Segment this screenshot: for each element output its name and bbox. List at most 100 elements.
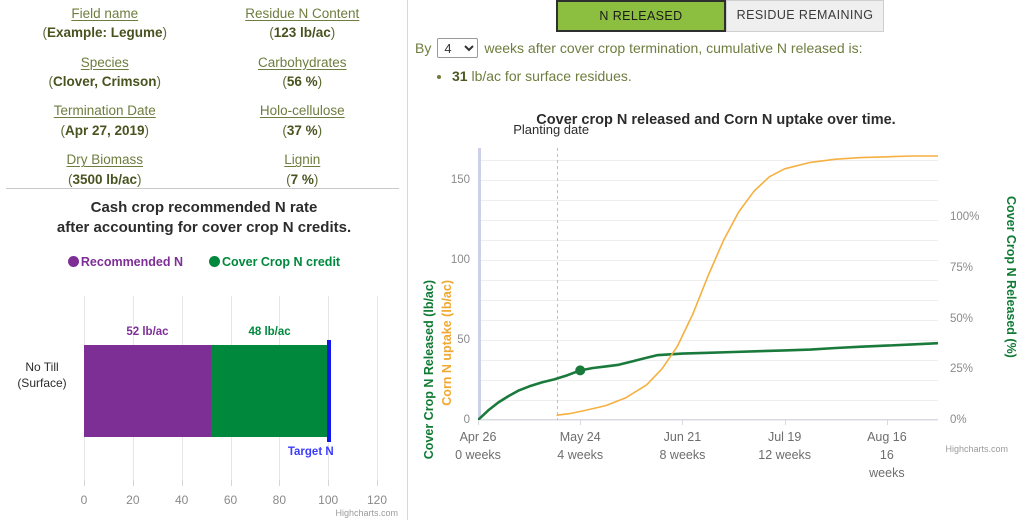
x-tick-mark — [132, 480, 134, 486]
bar-chart-credits[interactable]: Highcharts.com — [335, 508, 398, 518]
weeks-select[interactable]: 0246810121416 — [437, 38, 479, 58]
x-tick-label: 60 — [223, 493, 238, 507]
tab-bar: N RELEASED RESIDUE REMAINING — [556, 0, 884, 32]
x-tick-mark — [682, 420, 684, 425]
summary-value-species-text: Clover, Crimson — [52, 74, 157, 90]
x-tick-mark — [784, 420, 786, 425]
results-list: 31 lb/ac for surface residues. — [430, 68, 632, 84]
summary-value-field-name: (Example: Legume) — [42, 25, 168, 41]
x-tick-mark — [580, 420, 582, 425]
x-tick-label: May 24 4 weeks — [557, 428, 603, 464]
x-tick-date: May 24 — [559, 430, 601, 444]
series-marker-point[interactable] — [575, 365, 586, 376]
x-tick-mark — [328, 480, 330, 486]
summary-value-carbohydrates: (56 %) — [282, 74, 323, 90]
y-tick-label-left: 150 — [450, 174, 470, 186]
summary-value-residue-n-content: (123 lb/ac) — [269, 25, 336, 41]
y-tick-label-left: 100 — [450, 254, 470, 266]
summary-item-holo-cellulose: Holo-cellulose (37 %) — [204, 101, 402, 139]
legend-dot-icon — [209, 256, 220, 267]
summary-column-right: Residue N Content (123 lb/ac) Carbohydra… — [204, 4, 402, 199]
x-tick-label: 100 — [318, 493, 339, 507]
line-series-svg — [478, 155, 938, 420]
bar-x-axis: 0 20 40 60 80 100 120 — [80, 480, 387, 510]
summary-value-species: (Clover, Crimson) — [48, 74, 162, 90]
tab-n-released[interactable]: N RELEASED — [556, 0, 726, 32]
x-tick-mark — [886, 420, 888, 425]
summary-value-field-name-text: Example: Legume — [46, 25, 163, 41]
summary-item-dry-biomass: Dry Biomass (3500 lb/ac) — [6, 150, 204, 188]
bar-chart-plot: No Till (Surface) 52 lb/ac 48 lb/ac Target… — [0, 288, 408, 520]
summary-item-species: Species (Clover, Crimson) — [6, 53, 204, 91]
summary-value-residue-n-content-text: 123 lb/ac — [273, 25, 331, 41]
x-tick-date: Apr 26 — [459, 430, 497, 444]
summary-value-dry-biomass: (3500 lb/ac) — [67, 171, 142, 187]
x-tick-label: 0 — [80, 493, 88, 507]
line-plot-area: 0 50 100 150 0% 25% 50% 75% 100% Planting date Apr… — [451, 122, 980, 480]
y-tick-label-left: 0 — [463, 414, 470, 426]
x-tick-mark — [230, 480, 232, 486]
summary-item-lignin: Lignin (7 %) — [204, 150, 402, 188]
x-tick-label: Aug 16 16 weeks — [861, 428, 912, 482]
x-tick-date: Jul 19 — [767, 430, 802, 444]
y-tick-label-right: 75% — [950, 261, 974, 274]
x-tick-weeks: 16 weeks — [869, 448, 905, 481]
sentence-suffix: weeks after cover crop termination, cumu… — [484, 40, 863, 56]
list-item: 31 lb/ac for surface residues. — [452, 68, 632, 84]
bullet-value: 31 — [452, 68, 468, 84]
x-tick-weeks: 8 weeks — [659, 448, 706, 463]
summary-value-termination-date-text: Apr 27, 2019 — [64, 122, 145, 138]
y-tick-label-right: 25% — [950, 363, 974, 376]
bar-segment-cover-crop-n-credit[interactable] — [210, 345, 329, 437]
grid-line — [377, 296, 378, 486]
bar-chart: Cash crop recommended N rate after accou… — [0, 192, 408, 520]
bar-category-label: No Till (Surface) — [4, 360, 80, 391]
summary-item-termination-date: Termination Date (Apr 27, 2019) — [6, 101, 204, 139]
summary-label-carbohydrates: Carbohydrates — [257, 54, 347, 70]
summary-label-lignin: Lignin — [284, 152, 321, 168]
line-chart: Cover crop N released and Corn N uptake … — [408, 100, 1024, 500]
y-axis-title-cover-crop-n-released: Cover Crop N Released (lb/ac) — [422, 280, 436, 460]
x-tick-mark — [478, 420, 479, 425]
x-tick-label: 20 — [126, 493, 140, 507]
target-n-label: Target N — [287, 446, 334, 458]
series-line[interactable] — [556, 155, 938, 416]
bar-segment-recommended-n[interactable] — [84, 345, 211, 437]
x-tick-weeks: 0 weeks — [455, 448, 501, 463]
summary-value-holo-cellulose: (37 %) — [282, 122, 323, 138]
x-tick-weeks: 4 weeks — [557, 448, 604, 463]
results-bullets: 31 lb/ac for surface residues. — [430, 68, 632, 84]
line-chart-title: Cover crop N released and Corn N uptake … — [536, 112, 896, 128]
x-tick-label: 120 — [366, 493, 388, 507]
legend-item-cover-crop-n-credit[interactable]: Cover Crop N credit — [209, 255, 340, 269]
x-tick-label: 80 — [272, 493, 287, 507]
x-tick-mark — [181, 480, 183, 486]
bar-chart-legend: Recommended N Cover Crop N credit — [0, 255, 408, 269]
summary-label-species: Species — [80, 54, 129, 70]
x-tick-date: Aug 16 — [867, 430, 907, 444]
summary-label-termination-date: Termination Date — [53, 103, 156, 119]
grid-line — [478, 420, 938, 421]
y-tick-label-right: 100% — [950, 211, 980, 223]
bullet-text: lb/ac for surface residues. — [467, 68, 632, 84]
y-tick-label-right: 0% — [950, 414, 967, 426]
left-panel: Field name (Example: Legume) Species (Cl… — [0, 0, 408, 520]
summary-item-field-name: Field name (Example: Legume) — [6, 4, 204, 42]
summary-label-holo-cellulose: Holo-cellulose — [259, 103, 345, 119]
y-tick-label-right: 50% — [950, 312, 974, 325]
x-tick-date: Jun 21 — [663, 430, 702, 444]
summary-label-field-name: Field name — [71, 6, 139, 21]
line-chart-credits[interactable]: Highcharts.com — [945, 444, 1008, 454]
legend-item-recommended-n[interactable]: Recommended N — [67, 254, 183, 269]
summary-label-dry-biomass: Dry Biomass — [66, 152, 143, 168]
bar-plot-area: 52 lb/ac 48 lb/ac Target N — [84, 296, 378, 486]
y-axis-title-cover-crop-n-released-pct: Cover Crop N Released (%) — [1004, 196, 1018, 358]
summary-value-holo-cellulose-text: 37 % — [286, 122, 318, 138]
summary-item-carbohydrates: Carbohydrates (56 %) — [204, 53, 402, 91]
x-tick-mark — [84, 480, 85, 486]
x-tick-label: Apr 26 0 weeks — [455, 428, 501, 464]
legend-label-recommended-n: Recommended N — [80, 254, 183, 269]
sentence-prefix: By — [415, 40, 432, 56]
series-line[interactable] — [478, 341, 938, 420]
tab-residue-remaining[interactable]: RESIDUE REMAINING — [726, 0, 884, 32]
